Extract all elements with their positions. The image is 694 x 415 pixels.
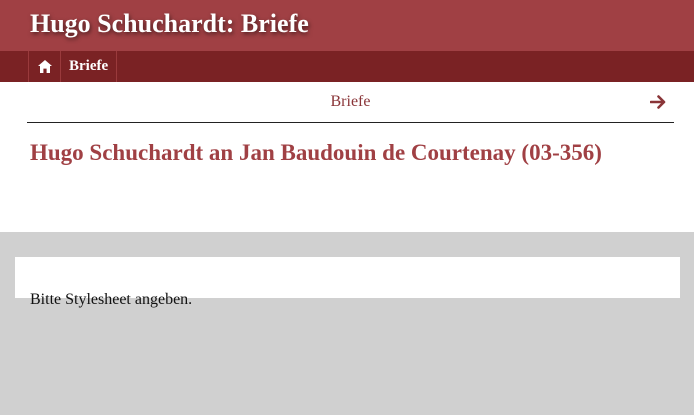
nav-items: Briefe <box>28 51 118 82</box>
message-panel: Bitte Stylesheet angeben. <box>15 257 680 308</box>
site-header: Hugo Schuchardt: Briefe <box>0 0 694 51</box>
breadcrumb: Briefe <box>27 82 674 123</box>
arrow-right-icon[interactable] <box>650 94 666 110</box>
breadcrumb-link-briefe[interactable]: Briefe <box>27 93 674 111</box>
nav-home-button[interactable] <box>29 51 61 82</box>
main-content: Briefe Hugo Schuchardt an Jan Baudouin d… <box>0 82 694 232</box>
navbar: Briefe <box>0 51 694 82</box>
site-title: Hugo Schuchardt: Briefe <box>30 9 309 38</box>
home-icon <box>37 60 52 73</box>
page-title: Hugo Schuchardt an Jan Baudouin de Court… <box>30 140 602 165</box>
stylesheet-message: Bitte Stylesheet angeben. <box>30 291 193 308</box>
nav-item-briefe[interactable]: Briefe <box>61 51 118 82</box>
